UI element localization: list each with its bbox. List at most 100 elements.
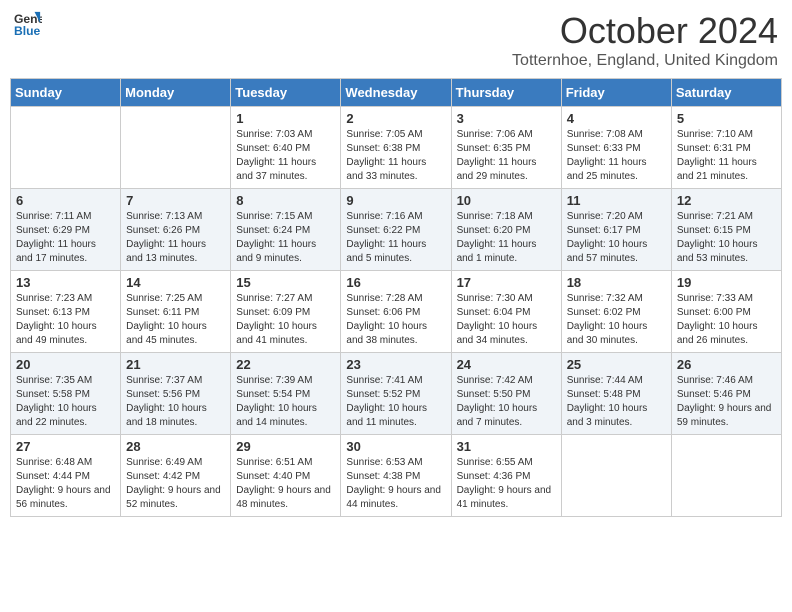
- day-info: Sunrise: 7:32 AM Sunset: 6:02 PM Dayligh…: [567, 292, 666, 348]
- day-of-week-header: Sunday: [11, 79, 121, 107]
- page-header: General Blue October 2024 Totternhoe, En…: [10, 10, 782, 70]
- day-info: Sunrise: 6:55 AM Sunset: 4:36 PM Dayligh…: [457, 456, 556, 512]
- calendar-cell: 13Sunrise: 7:23 AM Sunset: 6:13 PM Dayli…: [11, 271, 121, 353]
- day-number: 1: [236, 111, 335, 126]
- day-info: Sunrise: 7:37 AM Sunset: 5:56 PM Dayligh…: [126, 374, 225, 430]
- logo-icon: General Blue: [14, 10, 42, 38]
- day-info: Sunrise: 7:03 AM Sunset: 6:40 PM Dayligh…: [236, 128, 335, 184]
- calendar-cell: [671, 435, 781, 517]
- calendar-cell: 17 Sunrise: 7:30 AM Sunset: 6:04 PM Dayli…: [451, 271, 561, 353]
- calendar-cell: 12Sunrise: 7:21 AM Sunset: 6:15 PM Dayli…: [671, 189, 781, 271]
- day-info: Sunrise: 7:35 AM Sunset: 5:58 PM Dayligh…: [16, 374, 115, 430]
- calendar-cell: 14 Sunrise: 7:25 AM Sunset: 6:11 PM Dayli…: [121, 271, 231, 353]
- calendar-cell: 8Sunrise: 7:15 AM Sunset: 6:24 PM Daylig…: [231, 189, 341, 271]
- day-info: Sunrise: 7:46 AM Sunset: 5:46 PM Dayligh…: [677, 374, 776, 430]
- svg-text:Blue: Blue: [14, 24, 41, 38]
- month-title: October 2024: [512, 10, 778, 52]
- day-info: Sunrise: 7:16 AM Sunset: 6:22 PM Dayligh…: [346, 210, 445, 266]
- calendar-table: SundayMondayTuesdayWednesdayThursdayFrid…: [10, 78, 782, 517]
- calendar-week-row: 27 Sunrise: 6:48 AM Sunset: 4:44 PM Dayli…: [11, 435, 782, 517]
- day-info: Sunrise: 6:53 AM Sunset: 4:38 PM Dayligh…: [346, 456, 445, 512]
- day-number: 17: [457, 275, 556, 290]
- calendar-cell: [561, 435, 671, 517]
- day-info: Sunrise: 7:10 AM Sunset: 6:31 PM Dayligh…: [677, 128, 776, 184]
- calendar-cell: 15 Sunrise: 7:27 AM Sunset: 6:09 PM Dayli…: [231, 271, 341, 353]
- day-number: 30: [346, 439, 445, 454]
- calendar-cell: 30 Sunrise: 6:53 AM Sunset: 4:38 PM Dayli…: [341, 435, 451, 517]
- calendar-cell: 27 Sunrise: 6:48 AM Sunset: 4:44 PM Dayli…: [11, 435, 121, 517]
- calendar-cell: 11 Sunrise: 7:20 AM Sunset: 6:17 PM Dayli…: [561, 189, 671, 271]
- day-number: 7: [126, 193, 225, 208]
- day-info: Sunrise: 7:25 AM Sunset: 6:11 PM Dayligh…: [126, 292, 225, 348]
- calendar-cell: 20Sunrise: 7:35 AM Sunset: 5:58 PM Dayli…: [11, 353, 121, 435]
- day-number: 27: [16, 439, 115, 454]
- day-info: Sunrise: 7:41 AM Sunset: 5:52 PM Dayligh…: [346, 374, 445, 430]
- title-block: October 2024 Totternhoe, England, United…: [512, 10, 778, 70]
- day-number: 10: [457, 193, 556, 208]
- day-info: Sunrise: 7:33 AM Sunset: 6:00 PM Dayligh…: [677, 292, 776, 348]
- calendar-cell: 5 Sunrise: 7:10 AM Sunset: 6:31 PM Daylig…: [671, 107, 781, 189]
- calendar-cell: 7 Sunrise: 7:13 AM Sunset: 6:26 PM Daylig…: [121, 189, 231, 271]
- calendar-week-row: 1 Sunrise: 7:03 AM Sunset: 6:40 PM Daylig…: [11, 107, 782, 189]
- day-number: 22: [236, 357, 335, 372]
- day-info: Sunrise: 6:49 AM Sunset: 4:42 PM Dayligh…: [126, 456, 225, 512]
- calendar-cell: 21 Sunrise: 7:37 AM Sunset: 5:56 PM Dayli…: [121, 353, 231, 435]
- day-of-week-header: Friday: [561, 79, 671, 107]
- calendar-cell: 29 Sunrise: 6:51 AM Sunset: 4:40 PM Dayli…: [231, 435, 341, 517]
- day-info: Sunrise: 7:39 AM Sunset: 5:54 PM Dayligh…: [236, 374, 335, 430]
- day-number: 5: [677, 111, 776, 126]
- calendar-cell: 16 Sunrise: 7:28 AM Sunset: 6:06 PM Dayli…: [341, 271, 451, 353]
- day-number: 31: [457, 439, 556, 454]
- day-info: Sunrise: 7:42 AM Sunset: 5:50 PM Dayligh…: [457, 374, 556, 430]
- day-info: Sunrise: 6:48 AM Sunset: 4:44 PM Dayligh…: [16, 456, 115, 512]
- day-number: 16: [346, 275, 445, 290]
- day-info: Sunrise: 7:08 AM Sunset: 6:33 PM Dayligh…: [567, 128, 666, 184]
- day-info: Sunrise: 7:15 AM Sunset: 6:24 PM Dayligh…: [236, 210, 335, 266]
- calendar-week-row: 20Sunrise: 7:35 AM Sunset: 5:58 PM Dayli…: [11, 353, 782, 435]
- calendar-cell: 10 Sunrise: 7:18 AM Sunset: 6:20 PM Dayli…: [451, 189, 561, 271]
- day-info: Sunrise: 7:11 AM Sunset: 6:29 PM Dayligh…: [16, 210, 115, 266]
- calendar-cell: 4Sunrise: 7:08 AM Sunset: 6:33 PM Daylig…: [561, 107, 671, 189]
- day-number: 19: [677, 275, 776, 290]
- day-number: 21: [126, 357, 225, 372]
- day-number: 24: [457, 357, 556, 372]
- calendar-cell: 19 Sunrise: 7:33 AM Sunset: 6:00 PM Dayli…: [671, 271, 781, 353]
- calendar-cell: 2Sunrise: 7:05 AM Sunset: 6:38 PM Daylig…: [341, 107, 451, 189]
- day-info: Sunrise: 7:13 AM Sunset: 6:26 PM Dayligh…: [126, 210, 225, 266]
- calendar-cell: 18 Sunrise: 7:32 AM Sunset: 6:02 PM Dayli…: [561, 271, 671, 353]
- calendar-cell: 22 Sunrise: 7:39 AM Sunset: 5:54 PM Dayli…: [231, 353, 341, 435]
- day-info: Sunrise: 7:28 AM Sunset: 6:06 PM Dayligh…: [346, 292, 445, 348]
- day-number: 3: [457, 111, 556, 126]
- day-number: 18: [567, 275, 666, 290]
- day-number: 29: [236, 439, 335, 454]
- calendar-week-row: 13Sunrise: 7:23 AM Sunset: 6:13 PM Dayli…: [11, 271, 782, 353]
- day-number: 26: [677, 357, 776, 372]
- day-number: 6: [16, 193, 115, 208]
- calendar-cell: 25Sunrise: 7:44 AM Sunset: 5:48 PM Dayli…: [561, 353, 671, 435]
- day-info: Sunrise: 6:51 AM Sunset: 4:40 PM Dayligh…: [236, 456, 335, 512]
- day-number: 15: [236, 275, 335, 290]
- day-number: 12: [677, 193, 776, 208]
- day-of-week-header: Monday: [121, 79, 231, 107]
- day-info: Sunrise: 7:30 AM Sunset: 6:04 PM Dayligh…: [457, 292, 556, 348]
- calendar-cell: [121, 107, 231, 189]
- calendar-cell: 9 Sunrise: 7:16 AM Sunset: 6:22 PM Daylig…: [341, 189, 451, 271]
- day-number: 13: [16, 275, 115, 290]
- location-title: Totternhoe, England, United Kingdom: [512, 52, 778, 70]
- day-info: Sunrise: 7:05 AM Sunset: 6:38 PM Dayligh…: [346, 128, 445, 184]
- day-of-week-header: Wednesday: [341, 79, 451, 107]
- calendar-cell: 1 Sunrise: 7:03 AM Sunset: 6:40 PM Daylig…: [231, 107, 341, 189]
- calendar-body: 1 Sunrise: 7:03 AM Sunset: 6:40 PM Daylig…: [11, 107, 782, 517]
- day-info: Sunrise: 7:20 AM Sunset: 6:17 PM Dayligh…: [567, 210, 666, 266]
- day-of-week-header: Tuesday: [231, 79, 341, 107]
- day-number: 9: [346, 193, 445, 208]
- day-info: Sunrise: 7:27 AM Sunset: 6:09 PM Dayligh…: [236, 292, 335, 348]
- day-number: 14: [126, 275, 225, 290]
- calendar-cell: 24 Sunrise: 7:42 AM Sunset: 5:50 PM Dayli…: [451, 353, 561, 435]
- calendar-cell: 28 Sunrise: 6:49 AM Sunset: 4:42 PM Dayli…: [121, 435, 231, 517]
- day-number: 28: [126, 439, 225, 454]
- calendar-header-row: SundayMondayTuesdayWednesdayThursdayFrid…: [11, 79, 782, 107]
- day-info: Sunrise: 7:18 AM Sunset: 6:20 PM Dayligh…: [457, 210, 556, 266]
- day-number: 25: [567, 357, 666, 372]
- day-number: 11: [567, 193, 666, 208]
